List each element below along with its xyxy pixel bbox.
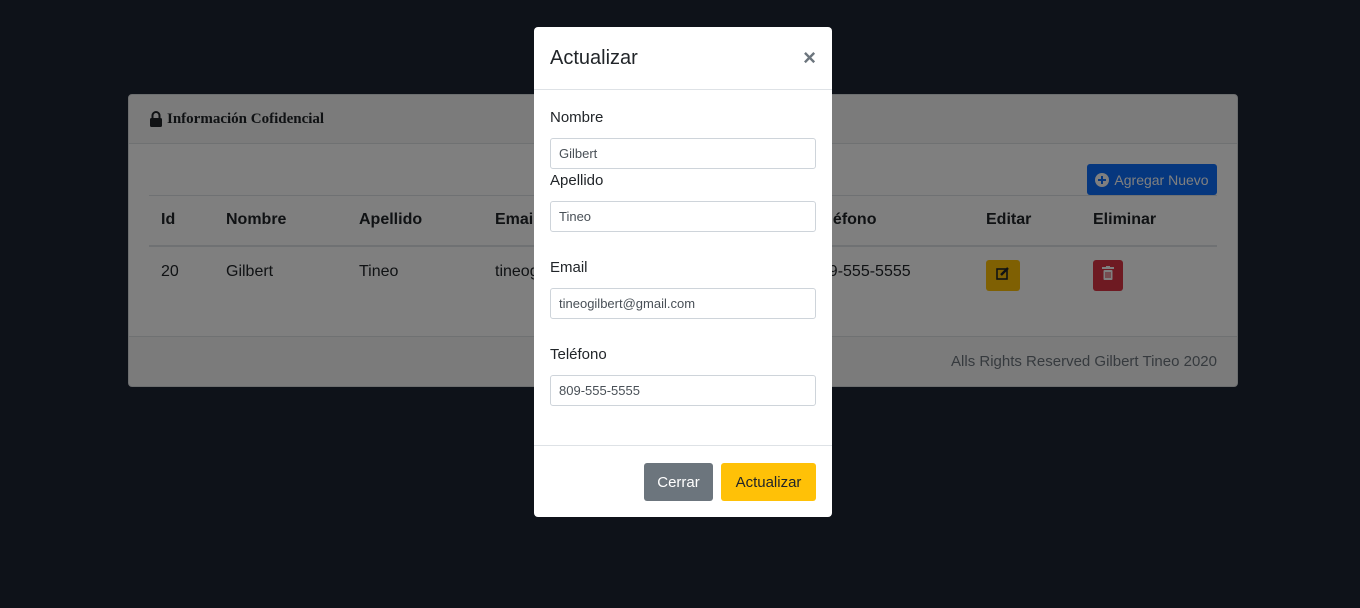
apellido-label: Apellido <box>550 172 604 189</box>
close-icon[interactable]: × <box>803 47 816 69</box>
nombre-field[interactable] <box>550 138 816 169</box>
telefono-field[interactable] <box>550 375 816 406</box>
modal-title: Actualizar <box>550 46 638 69</box>
email-label: Email <box>550 259 588 276</box>
email-field[interactable] <box>550 288 816 319</box>
update-button[interactable]: Actualizar <box>721 463 816 501</box>
cancel-button[interactable]: Cerrar <box>644 463 713 501</box>
modal-header: Actualizar × <box>534 27 832 90</box>
modal-footer: Cerrar Actualizar <box>534 446 832 516</box>
apellido-field[interactable] <box>550 201 816 232</box>
update-modal: Actualizar × Nombre Apellido Email Teléf… <box>534 27 832 517</box>
telefono-label: Teléfono <box>550 346 607 363</box>
nombre-label: Nombre <box>550 109 604 126</box>
modal-body: Nombre Apellido Email Teléfono <box>534 90 832 446</box>
